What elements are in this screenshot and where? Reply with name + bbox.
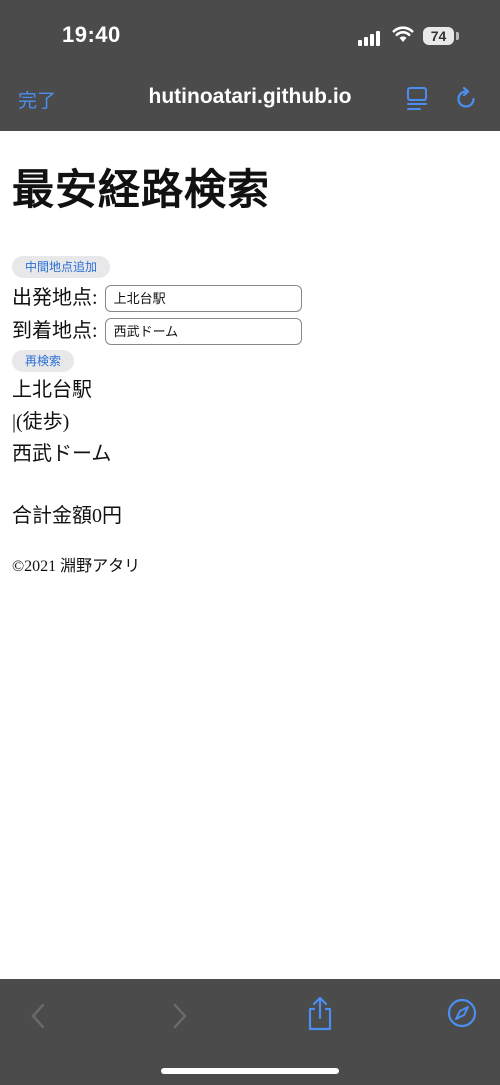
- departure-input[interactable]: 上北台駅: [104, 284, 302, 312]
- arrival-label: 到着地点:: [12, 320, 98, 343]
- compass-icon[interactable]: [446, 997, 478, 1029]
- browser-top-bar: 19:40 74 完了 hutinoatari.github.io: [0, 0, 500, 131]
- total-price: 合計金額0円: [12, 505, 122, 527]
- route-result: 上北台駅 |(徒歩) 西武ドーム: [12, 374, 488, 470]
- home-indicator: [161, 1068, 339, 1074]
- arrival-input[interactable]: 西武ドーム: [104, 317, 302, 345]
- arrival-row: 到着地点: 西武ドーム: [12, 315, 488, 348]
- reader-view-icon[interactable]: [405, 86, 429, 112]
- route-step: 西武ドーム: [12, 443, 112, 465]
- departure-label: 出発地点:: [12, 287, 98, 310]
- add-waypoint-button[interactable]: 中間地点追加: [12, 256, 111, 278]
- cellular-signal-icon: [358, 28, 382, 46]
- battery-indicator: 74: [423, 27, 454, 45]
- share-icon[interactable]: [306, 996, 334, 1032]
- route-step: |(徒歩): [12, 411, 70, 433]
- chevron-left-icon[interactable]: [28, 1001, 48, 1031]
- reload-icon[interactable]: [453, 86, 479, 112]
- status-bar: 19:40 74: [0, 0, 500, 70]
- page-title: 最安経路検索: [12, 168, 271, 214]
- departure-row: 出発地点: 上北台駅: [12, 282, 488, 315]
- route-step: 上北台駅: [12, 379, 92, 401]
- research-button[interactable]: 再検索: [12, 350, 75, 372]
- battery-tip: [456, 32, 459, 40]
- copyright: ©2021 淵野アタリ: [12, 558, 141, 575]
- page-content: 最安経路検索 中間地点追加 出発地点: 上北台駅 到着地点: 西武ドーム 再検索…: [12, 131, 488, 576]
- browser-nav-bar: 完了 hutinoatari.github.io: [0, 70, 500, 131]
- browser-bottom-toolbar: [0, 979, 500, 1085]
- chevron-right-icon[interactable]: [170, 1001, 190, 1031]
- wifi-icon: [392, 26, 414, 42]
- status-time: 19:40: [62, 22, 121, 47]
